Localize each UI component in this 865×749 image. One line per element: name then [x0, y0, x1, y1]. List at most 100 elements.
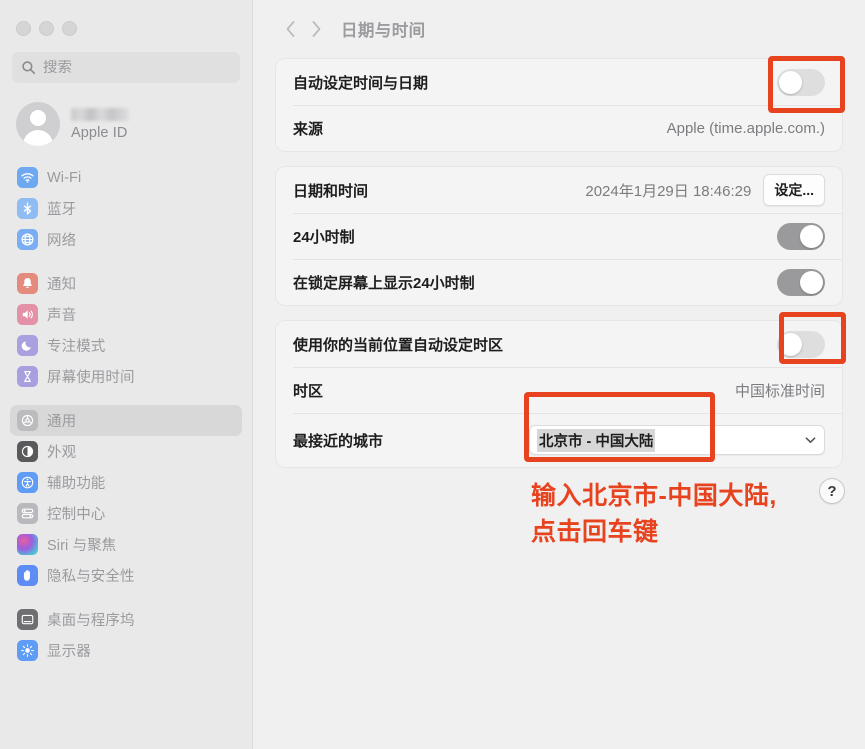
hour24-row: 24小时制 [276, 213, 842, 259]
datetime-row: 日期和时间 2024年1月29日 18:46:29 设定... [276, 167, 842, 213]
sidebar-group-system: 通用 外观 辅助功能 控制中心 Siri 与聚焦 隐私与安全性 [0, 405, 252, 591]
sidebar-item-accessibility[interactable]: 辅助功能 [10, 467, 242, 498]
time-source-value: Apple (time.apple.com.) [666, 119, 825, 137]
sidebar-item-label: 屏幕使用时间 [47, 370, 135, 386]
hand-icon [17, 565, 38, 586]
sidebar-item-control-center[interactable]: 控制中心 [10, 498, 242, 529]
search-input[interactable] [43, 59, 231, 76]
siri-icon [17, 534, 38, 555]
apple-id-row[interactable]: Apple ID [10, 97, 242, 151]
sidebar-group-devices: 桌面与程序坞 显示器 [0, 604, 252, 666]
lockscreen-hour24-row: 在锁定屏幕上显示24小时制 [276, 259, 842, 305]
avatar [16, 102, 60, 146]
gear-icon [17, 410, 38, 431]
datetime-card: 日期和时间 2024年1月29日 18:46:29 设定... 24小时制 在锁… [275, 166, 843, 306]
zoom-button[interactable] [62, 21, 77, 36]
lockscreen-hour24-label: 在锁定屏幕上显示24小时制 [293, 274, 475, 292]
sidebar-item-label: 网络 [47, 233, 77, 249]
toolbar: 日期与时间 [275, 0, 843, 58]
auto-time-toggle[interactable] [777, 68, 825, 96]
hourglass-icon [17, 366, 38, 387]
sidebar-group-personal: 通知 声音 专注模式 屏幕使用时间 [0, 268, 252, 392]
timezone-card: 使用你的当前位置自动设定时区 时区 中国标准时间 最接近的城市 北京市 - 中国… [275, 320, 843, 468]
annotation-line-2: 点击回车键 [531, 518, 659, 546]
datetime-label: 日期和时间 [293, 182, 369, 200]
desktop-dock-icon [17, 609, 38, 630]
sidebar-item-label: 专注模式 [47, 339, 106, 355]
moon-icon [17, 335, 38, 356]
system-settings-window: Apple ID Wi-Fi [0, 0, 865, 749]
search-field[interactable] [12, 52, 240, 83]
sidebar-item-label: 通用 [47, 414, 77, 430]
sidebar-item-appearance[interactable]: 外观 [10, 436, 242, 467]
sidebar-item-label: 外观 [47, 445, 77, 461]
sidebar-item-bluetooth[interactable]: 蓝牙 [10, 193, 242, 224]
sidebar-item-general[interactable]: 通用 [10, 405, 242, 436]
sidebar-item-privacy-security[interactable]: 隐私与安全性 [10, 560, 242, 591]
wifi-icon [17, 167, 38, 188]
timezone-label: 时区 [293, 382, 324, 400]
page-title: 日期与时间 [341, 22, 426, 40]
help-button[interactable]: ? [819, 478, 845, 504]
appearance-icon [17, 441, 38, 462]
lockscreen-hour24-toggle[interactable] [777, 268, 825, 296]
hour24-label: 24小时制 [293, 228, 355, 246]
globe-icon [17, 229, 38, 250]
bell-icon [17, 273, 38, 294]
forward-button[interactable] [303, 16, 329, 42]
sidebar-item-sound[interactable]: 声音 [10, 299, 242, 330]
sidebar-item-label: 通知 [47, 277, 77, 293]
sidebar-item-screentime[interactable]: 屏幕使用时间 [10, 361, 242, 392]
timezone-value: 中国标准时间 [734, 382, 825, 400]
sidebar-item-label: 显示器 [47, 644, 91, 660]
minimize-button[interactable] [39, 21, 54, 36]
time-source-label: 来源 [293, 120, 324, 138]
closest-city-value: 北京市 - 中国大陆 [537, 428, 656, 452]
time-source-row: 来源 Apple (time.apple.com.) [276, 105, 842, 151]
sidebar-item-label: Wi-Fi [47, 169, 82, 186]
toggle-knob [779, 332, 802, 356]
sidebar-item-label: 辅助功能 [47, 476, 106, 492]
auto-time-label: 自动设定时间与日期 [293, 74, 429, 92]
account-text: Apple ID [71, 107, 129, 141]
search-icon [21, 60, 36, 75]
sidebar-item-label: 隐私与安全性 [47, 569, 135, 585]
content-pane: 日期与时间 自动设定时间与日期 来源 Apple (time.apple.com… [253, 0, 865, 749]
apple-id-label: Apple ID [71, 124, 128, 141]
sidebar-item-label: 声音 [47, 308, 77, 324]
sidebar-item-notifications[interactable]: 通知 [10, 268, 242, 299]
close-button[interactable] [16, 21, 31, 36]
sidebar-item-label: Siri 与聚焦 [47, 538, 117, 554]
sidebar-group-network: Wi-Fi 蓝牙 网络 [0, 162, 252, 255]
closest-city-label: 最接近的城市 [293, 432, 384, 450]
bluetooth-icon [17, 198, 38, 219]
sidebar-item-label: 桌面与程序坞 [47, 613, 135, 629]
back-button[interactable] [277, 16, 303, 42]
toggle-knob [800, 224, 823, 248]
sidebar-item-network[interactable]: 网络 [10, 224, 242, 255]
account-name-redacted [71, 107, 129, 121]
sidebar-item-displays[interactable]: 显示器 [10, 635, 242, 666]
hour24-toggle[interactable] [777, 222, 825, 250]
window-controls [0, 0, 252, 36]
toggle-knob [800, 270, 823, 294]
sidebar-item-wifi[interactable]: Wi-Fi [10, 162, 242, 193]
closest-city-combo[interactable]: 北京市 - 中国大陆 [529, 425, 825, 455]
display-brightness-icon [17, 640, 38, 661]
accessibility-icon [17, 472, 38, 493]
sidebar-item-label: 控制中心 [47, 507, 106, 523]
sidebar-item-focus[interactable]: 专注模式 [10, 330, 242, 361]
closest-city-row: 最接近的城市 北京市 - 中国大陆 [276, 413, 842, 467]
auto-timezone-row: 使用你的当前位置自动设定时区 [276, 321, 842, 367]
sidebar-item-desktop-dock[interactable]: 桌面与程序坞 [10, 604, 242, 635]
sidebar-item-siri-spotlight[interactable]: Siri 与聚焦 [10, 529, 242, 560]
auto-timezone-toggle[interactable] [777, 330, 825, 358]
timezone-row: 时区 中国标准时间 [276, 367, 842, 413]
annotation-line-1: 输入北京市-中国大陆, [531, 482, 777, 510]
toggle-knob [779, 70, 802, 94]
chevron-down-icon[interactable] [803, 433, 817, 447]
set-datetime-button[interactable]: 设定... [763, 174, 825, 206]
auto-time-row: 自动设定时间与日期 [276, 59, 842, 105]
sidebar: Apple ID Wi-Fi [0, 0, 253, 749]
sidebar-item-label: 蓝牙 [47, 202, 77, 218]
